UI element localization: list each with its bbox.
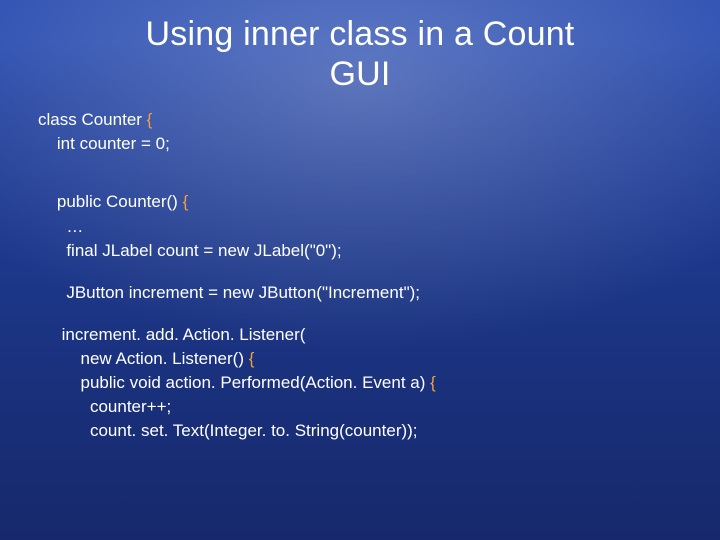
slide: Using inner class in a Count GUI class C… <box>0 0 720 540</box>
code-l7: increment. add. Action. Listener( <box>38 325 305 344</box>
slide-title: Using inner class in a Count GUI <box>38 14 682 94</box>
code-l5: final JLabel count = new JLabel("0"); <box>38 241 342 260</box>
code-l6: JButton increment = new JButton("Increme… <box>38 283 420 302</box>
code-l10: counter++; <box>38 397 171 416</box>
code-l3: public Counter() <box>38 192 183 211</box>
code-l11: count. set. Text(Integer. to. String(cou… <box>38 421 418 440</box>
code-l1a: class Counter <box>38 110 147 129</box>
brace-open-4: { <box>430 373 436 392</box>
code-l2: int counter = 0; <box>38 134 170 153</box>
brace-open-1: { <box>147 110 153 129</box>
blank-gap-3 <box>38 305 682 323</box>
code-l8: new Action. Listener() <box>38 349 249 368</box>
blank-gap-1 <box>38 156 682 190</box>
code-l4: … <box>38 217 83 236</box>
brace-open-2: { <box>183 192 189 211</box>
title-line-1: Using inner class in a Count <box>146 15 575 53</box>
code-block: class Counter { int counter = 0; public … <box>38 108 682 443</box>
brace-open-3: { <box>249 349 255 368</box>
title-line-2: GUI <box>329 55 390 93</box>
blank-gap-2 <box>38 263 682 281</box>
code-l9: public void action. Performed(Action. Ev… <box>38 373 430 392</box>
